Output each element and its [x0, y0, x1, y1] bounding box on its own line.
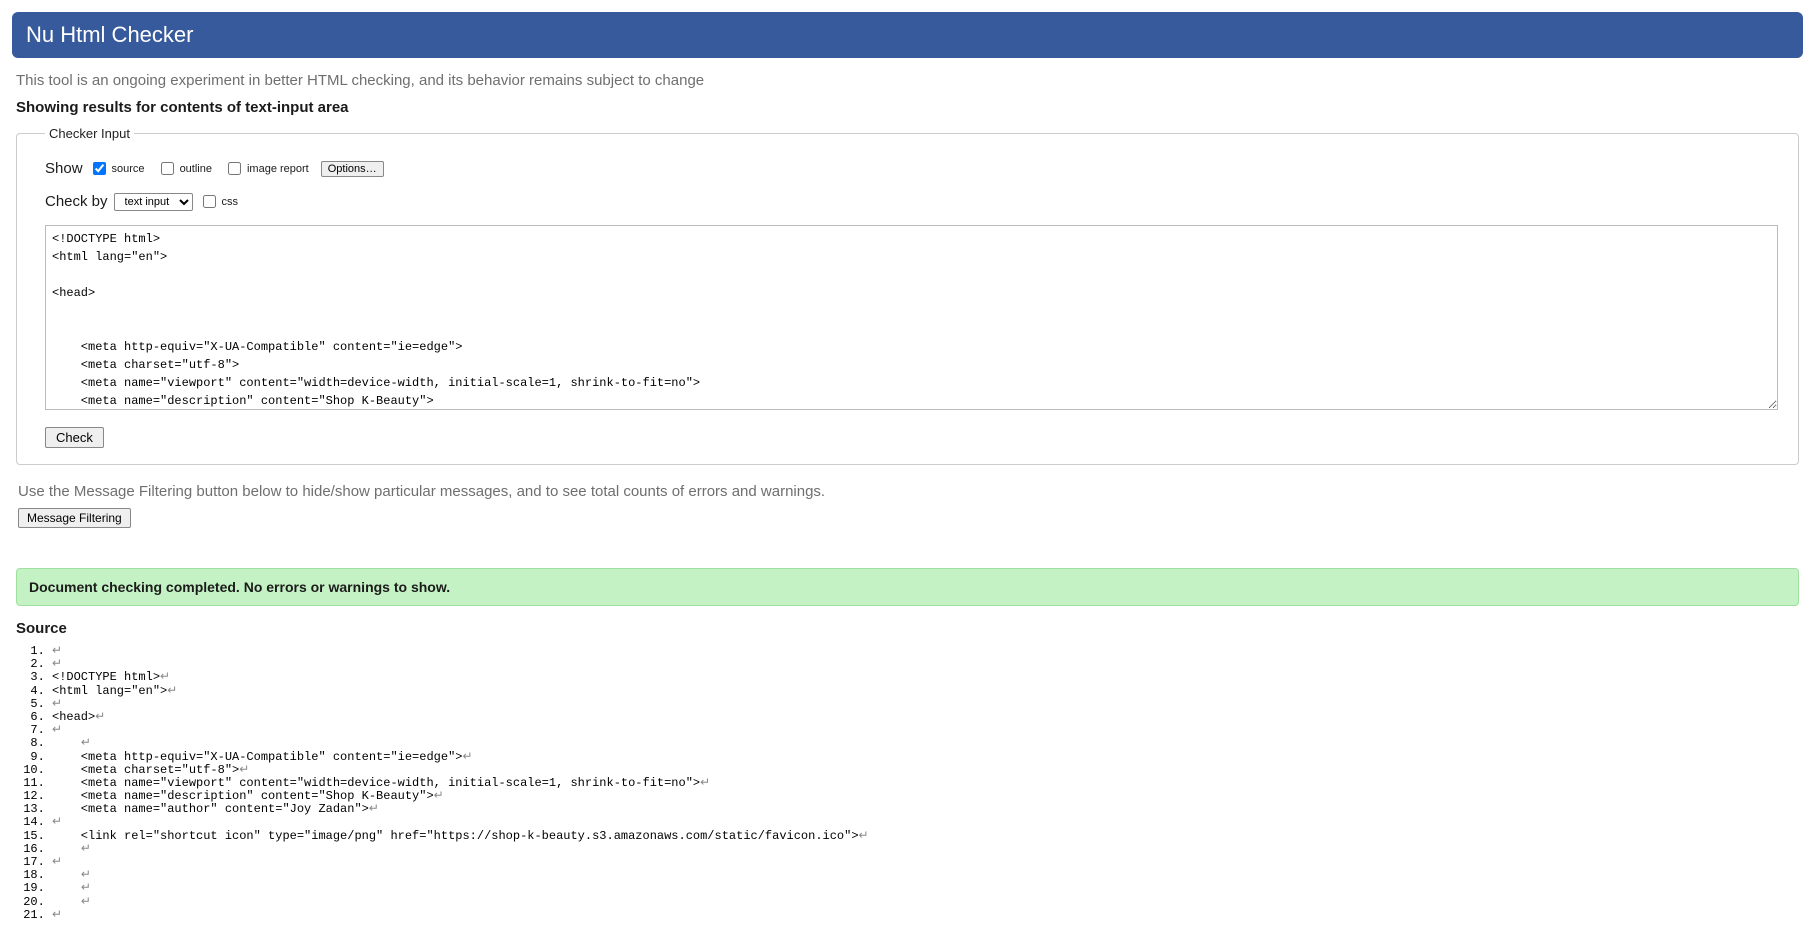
image-report-checkbox-label[interactable]: image report: [224, 159, 309, 178]
show-label: Show: [45, 160, 83, 177]
source-line: ↵: [52, 882, 1803, 895]
check-button[interactable]: Check: [45, 427, 104, 448]
newline-icon: ↵: [81, 868, 91, 882]
source-line: ↵: [52, 843, 1803, 856]
newline-icon: ↵: [81, 736, 91, 750]
check-by-select[interactable]: text input: [114, 193, 193, 211]
newline-icon: ↵: [167, 684, 177, 698]
source-checkbox-label[interactable]: source: [89, 159, 145, 178]
page-banner: Nu Html Checker: [12, 12, 1803, 58]
source-line: <meta http-equiv="X-UA-Compatible" conte…: [52, 751, 1803, 764]
newline-icon: ↵: [81, 895, 91, 909]
show-row: Show source outline image report Options…: [45, 159, 1778, 178]
outline-checkbox-label[interactable]: outline: [157, 159, 212, 178]
newline-icon: ↵: [52, 644, 62, 658]
source-heading: Source: [16, 620, 1799, 637]
source-line: ↵: [52, 658, 1803, 671]
source-line: <link rel="shortcut icon" type="image/pn…: [52, 830, 1803, 843]
source-line: ↵: [52, 869, 1803, 882]
source-line: ↵: [52, 698, 1803, 711]
newline-icon: ↵: [52, 723, 62, 737]
newline-icon: ↵: [52, 657, 62, 671]
message-filtering-button[interactable]: Message Filtering: [18, 508, 131, 528]
newline-icon: ↵: [52, 908, 62, 922]
newline-icon: ↵: [462, 750, 472, 764]
source-line: <!DOCTYPE html>↵: [52, 671, 1803, 684]
source-line: <meta name="author" content="Joy Zadan">…: [52, 803, 1803, 816]
css-checkbox-text: css: [222, 196, 239, 208]
success-message: Document checking completed. No errors o…: [16, 568, 1799, 606]
source-line: ↵: [52, 909, 1803, 922]
source-line: <html lang="en">↵: [52, 685, 1803, 698]
outline-checkbox-text: outline: [180, 163, 212, 175]
source-line: <head>↵: [52, 711, 1803, 724]
newline-icon: ↵: [160, 670, 170, 684]
outline-checkbox[interactable]: [161, 162, 174, 175]
source-line: ↵: [52, 724, 1803, 737]
disclaimer-text: This tool is an ongoing experiment in be…: [16, 72, 1799, 89]
image-report-checkbox[interactable]: [228, 162, 241, 175]
checker-legend: Checker Input: [45, 126, 134, 141]
newline-icon: ↵: [700, 776, 710, 790]
newline-icon: ↵: [859, 829, 869, 843]
newline-icon: ↵: [95, 710, 105, 724]
newline-icon: ↵: [52, 815, 62, 829]
html-input-textarea[interactable]: [45, 225, 1778, 410]
checker-input-fieldset: Checker Input Show source outline image …: [16, 126, 1799, 465]
options-button[interactable]: Options…: [321, 161, 384, 177]
check-by-row: Check by text input css: [45, 192, 1778, 211]
newline-icon: ↵: [81, 881, 91, 895]
source-checkbox[interactable]: [93, 162, 106, 175]
newline-icon: ↵: [52, 697, 62, 711]
page-title: Nu Html Checker: [26, 22, 193, 47]
source-listing: ↵↵<!DOCTYPE html>↵<html lang="en">↵↵<hea…: [12, 645, 1803, 922]
css-checkbox[interactable]: [203, 195, 216, 208]
source-line: ↵: [52, 645, 1803, 658]
newline-icon: ↵: [434, 789, 444, 803]
source-line: ↵: [52, 856, 1803, 869]
newline-icon: ↵: [369, 802, 379, 816]
check-by-label: Check by: [45, 193, 108, 210]
newline-icon: ↵: [52, 855, 62, 869]
results-heading: Showing results for contents of text-inp…: [16, 99, 1799, 116]
newline-icon: ↵: [81, 842, 91, 856]
css-checkbox-label[interactable]: css: [199, 192, 239, 211]
source-checkbox-text: source: [112, 163, 145, 175]
newline-icon: ↵: [239, 763, 249, 777]
filter-note: Use the Message Filtering button below t…: [18, 483, 1797, 500]
image-report-checkbox-text: image report: [247, 163, 309, 175]
